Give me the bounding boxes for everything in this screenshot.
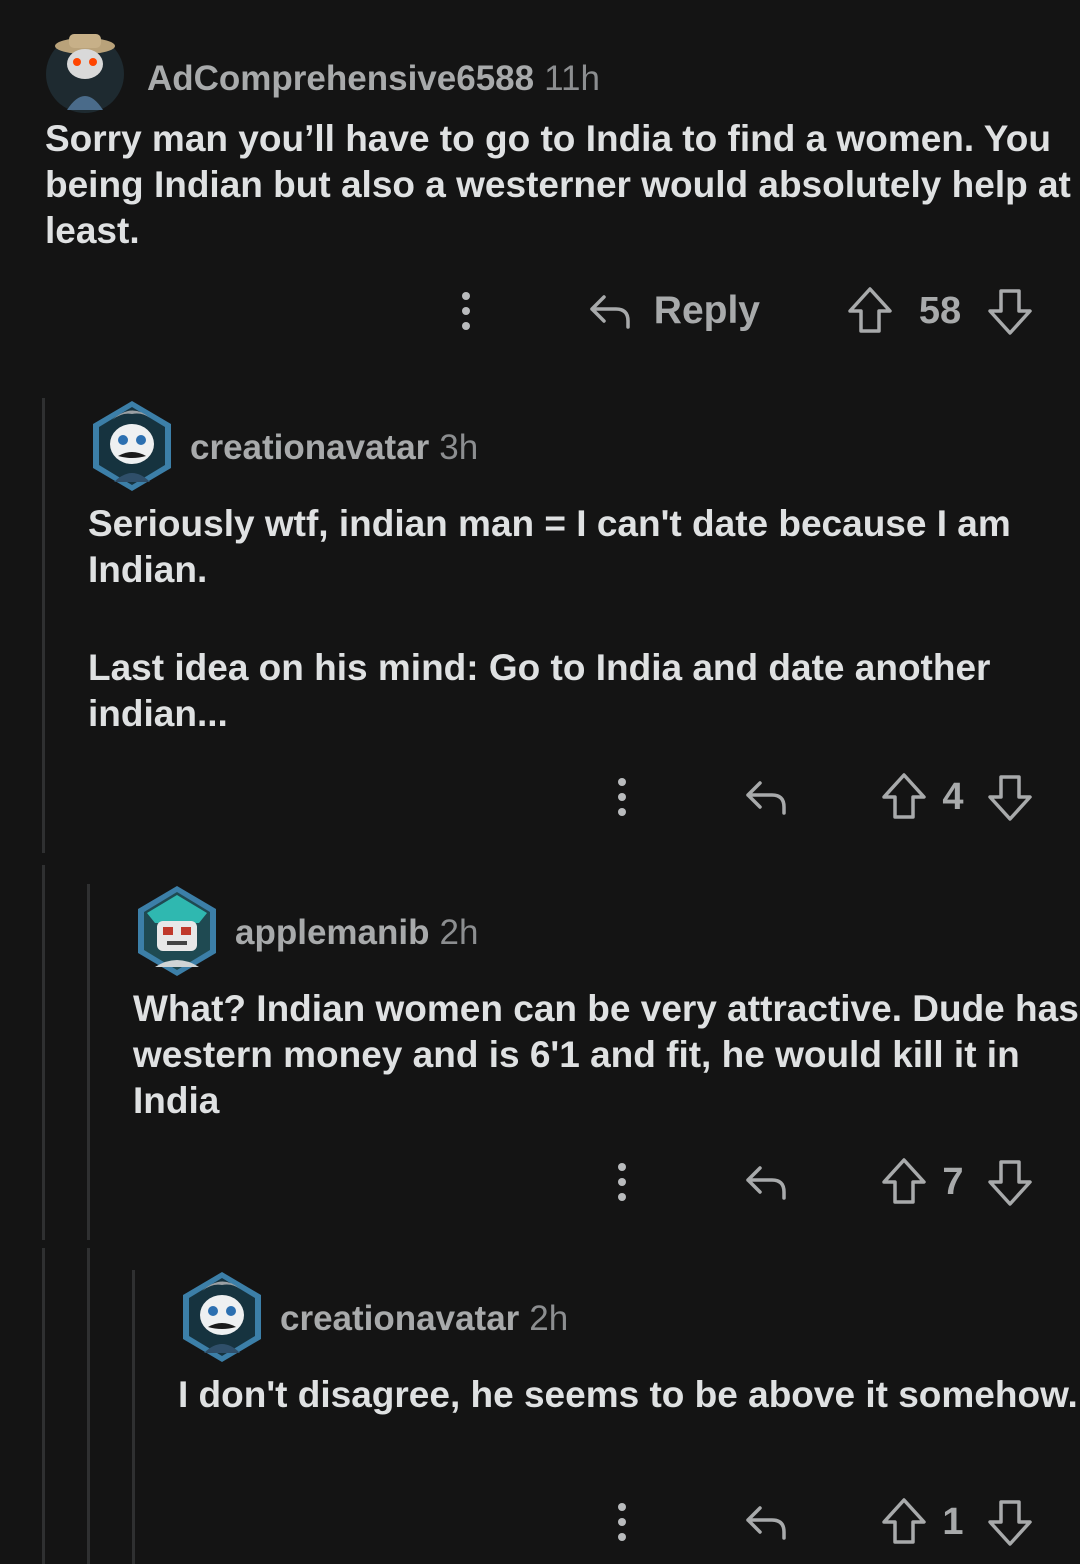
more-vertical-icon[interactable] <box>612 1497 632 1547</box>
comment-header: AdComprehensive6588 11h <box>45 30 745 126</box>
avatar[interactable] <box>178 1269 266 1365</box>
upvote-button[interactable] <box>880 1156 928 1208</box>
downvote-arrow-icon <box>988 1500 1032 1546</box>
comment-body: Seriously wtf, indian man = I can't date… <box>88 501 1080 737</box>
downvote-arrow-icon <box>988 775 1032 821</box>
thread-line-level-1[interactable] <box>42 398 45 853</box>
thread-line-level-1-continued[interactable] <box>42 865 45 1240</box>
avatar[interactable] <box>45 30 133 126</box>
comment-text: Last idea on his mind: Go to India and d… <box>88 647 991 734</box>
comment-body: Sorry man you’ll have to go to India to … <box>45 116 1080 254</box>
comment-text: Sorry man you’ll have to go to India to … <box>45 118 1071 251</box>
comment-meta: applemanib 2h <box>235 913 478 953</box>
comment-body: I don't disagree, he seems to be above i… <box>178 1372 1078 1418</box>
score: 58 <box>918 289 962 332</box>
comment-header: creationavatar 3h <box>88 398 788 494</box>
comment-actions: 7 <box>612 1152 1034 1212</box>
reply-button[interactable] <box>744 1162 788 1202</box>
comment-meta: creationavatar 3h <box>190 428 478 468</box>
upvote-arrow-icon <box>882 773 926 819</box>
thread-line-level-3[interactable] <box>132 1270 135 1564</box>
username[interactable]: creationavatar <box>280 1299 519 1338</box>
avatar[interactable] <box>88 398 176 494</box>
reply-arrow-icon <box>746 1166 786 1200</box>
downvote-arrow-icon <box>988 1160 1032 1206</box>
comment-text: What? Indian women can be very attractiv… <box>133 988 1079 1121</box>
comment-actions: Reply 58 <box>456 281 1034 341</box>
comment-text: I don't disagree, he seems to be above i… <box>178 1374 1078 1415</box>
comment-text: Seriously wtf, indian man = I can't date… <box>88 503 1011 590</box>
upvote-arrow-icon <box>882 1158 926 1204</box>
comment: applemanib 2h What? Indian women can be v… <box>133 883 1080 1143</box>
username[interactable]: AdComprehensive6588 <box>147 59 534 98</box>
score: 7 <box>942 1160 964 1203</box>
downvote-button[interactable] <box>986 1156 1034 1208</box>
reply-arrow-icon <box>746 781 786 815</box>
upvote-button[interactable] <box>846 285 894 337</box>
more-vertical-icon[interactable] <box>612 1157 632 1207</box>
timestamp: 2h <box>439 913 479 952</box>
username[interactable]: creationavatar <box>190 428 429 467</box>
avatar[interactable] <box>133 883 221 979</box>
thread-line-level-2-lower[interactable] <box>87 1248 90 1564</box>
downvote-button[interactable] <box>986 285 1034 337</box>
upvote-arrow-icon <box>882 1498 926 1544</box>
reply-button[interactable] <box>744 1502 788 1542</box>
more-vertical-icon[interactable] <box>456 286 476 336</box>
downvote-arrow-icon <box>988 289 1032 335</box>
thread-line-level-1-lower[interactable] <box>42 1248 45 1564</box>
downvote-button[interactable] <box>986 771 1034 823</box>
comment: creationavatar 2h I don't disagree, he se… <box>178 1269 1080 1469</box>
comment-actions: 4 <box>612 767 1034 827</box>
timestamp: 2h <box>529 1299 569 1338</box>
comment-header: applemanib 2h <box>133 883 833 979</box>
comment-header: creationavatar 2h <box>178 1269 878 1365</box>
username[interactable]: applemanib <box>235 913 429 952</box>
upvote-button[interactable] <box>880 1496 928 1548</box>
reply-button[interactable]: Reply <box>588 289 760 333</box>
comment: creationavatar 3h Seriously wtf, indian m… <box>88 398 1080 758</box>
reply-arrow-icon <box>746 1506 786 1540</box>
reply-arrow-icon <box>590 295 630 329</box>
more-vertical-icon[interactable] <box>612 772 632 822</box>
reply-button[interactable] <box>744 777 788 817</box>
comment-actions: 1 <box>612 1492 1034 1552</box>
downvote-button[interactable] <box>986 1496 1034 1548</box>
upvote-button[interactable] <box>880 771 928 823</box>
score: 4 <box>942 775 964 818</box>
comment-body: What? Indian women can be very attractiv… <box>133 986 1080 1124</box>
thread-line-level-2[interactable] <box>87 884 90 1240</box>
timestamp: 11h <box>544 59 600 98</box>
score: 1 <box>942 1500 964 1543</box>
upvote-arrow-icon <box>848 287 892 333</box>
reply-label: Reply <box>653 289 760 332</box>
comment-meta: creationavatar 2h <box>280 1299 568 1339</box>
timestamp: 3h <box>439 428 479 467</box>
comment-meta: AdComprehensive6588 11h <box>147 59 600 99</box>
